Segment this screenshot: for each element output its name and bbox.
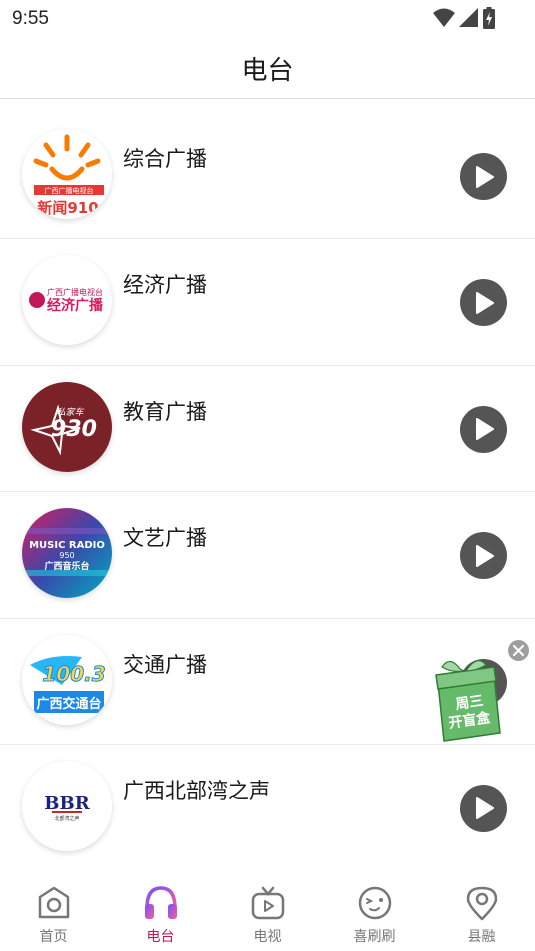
page-title: 电台 (241, 56, 294, 86)
tv-icon (249, 883, 287, 923)
nav-label: 首页 (39, 929, 68, 945)
station-item[interactable]: 私家车 930 教育广播 (0, 366, 535, 493)
battery-icon (483, 7, 495, 29)
station-item[interactable]: BBR 北部湾之声 广西北部湾之声 (0, 745, 535, 871)
play-icon (475, 165, 494, 188)
music-radio-logo: MUSIC RADIO 950 广西音乐台 (22, 508, 112, 599)
station-item[interactable]: 广西广播电视台 新闻910 综合广播 (0, 113, 535, 240)
education-930-logo: 私家车 930 (22, 381, 112, 472)
logo-sub-text: 广西广播电视台 (47, 287, 103, 297)
bbr-logo: BBR 北部湾之声 (22, 760, 112, 851)
logo-sub-text: 广西音乐台 (44, 560, 89, 572)
logo-text: MUSIC RADIO (29, 540, 105, 551)
play-icon (475, 291, 494, 314)
station-logo: 广西广播电视台 新闻910 (22, 129, 112, 219)
play-button[interactable] (460, 405, 507, 453)
station-name: 文艺广播 (123, 526, 207, 551)
logo-sub-text: 广西交通台 (36, 696, 101, 712)
face-icon (356, 883, 394, 923)
promo-gift-box[interactable]: 周三 开盲盒 (428, 655, 506, 745)
station-logo: 广西广播电视台 经济广播 (22, 255, 112, 346)
promo-close-button[interactable] (508, 640, 529, 661)
station-logo: BBR 北部湾之声 (22, 760, 112, 851)
station-name: 广西北部湾之声 (123, 778, 270, 803)
home-icon (35, 883, 73, 923)
station-item[interactable]: MUSIC RADIO 950 广西音乐台 文艺广播 (0, 492, 535, 619)
nav-item-county[interactable]: 县融 (428, 874, 535, 951)
station-item[interactable]: 广西广播电视台 经济广播 经济广播 (0, 239, 535, 366)
nav-item-radio[interactable]: 电台 (107, 874, 214, 951)
play-icon (475, 418, 494, 441)
logo-freq: 950 (59, 551, 74, 560)
location-pin-icon (463, 883, 501, 923)
gift-box-icon: 周三 开盲盒 (435, 660, 501, 742)
station-name: 经济广播 (123, 273, 207, 298)
bottom-nav: 首页 电台 电视 喜刷刷 县融 (0, 874, 535, 951)
logo-sub-text: 广西广播电视台 (45, 186, 94, 195)
logo-sub-text: 北部湾之声 (54, 815, 79, 822)
station-logo: MUSIC RADIO 950 广西音乐台 (22, 508, 112, 599)
station-logo: 100.3 广西交通台 (22, 634, 112, 725)
wifi-icon (433, 8, 455, 27)
status-time: 9:55 (12, 8, 49, 29)
nav-item-home[interactable]: 首页 (0, 874, 107, 951)
status-bar: 9:55 (0, 0, 535, 36)
logo-text: 100.3 (42, 662, 105, 686)
play-button[interactable] (460, 279, 507, 327)
station-logo: 私家车 930 (22, 381, 112, 472)
traffic-1003-logo: 100.3 广西交通台 (22, 634, 112, 725)
nav-label: 电视 (253, 929, 282, 945)
station-name: 综合广播 (123, 147, 207, 171)
play-button[interactable] (460, 784, 507, 832)
economy-radio-logo: 广西广播电视台 经济广播 (22, 255, 112, 346)
headphones-icon (142, 883, 180, 923)
play-button[interactable] (460, 532, 507, 580)
logo-text: 经济广播 (47, 297, 104, 314)
nav-label: 电台 (146, 929, 175, 945)
station-list: 广西广播电视台 新闻910 综合广播 广西广播电视台 经济广播 经济广播 私家车… (0, 113, 535, 871)
signal-icon (459, 8, 478, 27)
logo-text: 930 (51, 417, 97, 442)
close-icon (513, 645, 524, 656)
nav-item-xishuashua[interactable]: 喜刷刷 (321, 874, 428, 951)
news-910-logo: 广西广播电视台 新闻910 (22, 129, 112, 219)
logo-text: BBR (44, 793, 90, 814)
play-icon (475, 544, 494, 567)
status-icons (433, 7, 495, 29)
nav-label: 县融 (467, 929, 496, 945)
nav-label: 喜刷刷 (353, 929, 396, 945)
logo-text: 新闻910 (37, 199, 98, 217)
play-button[interactable] (460, 153, 507, 200)
station-name: 教育广播 (123, 399, 207, 424)
station-name: 交通广播 (123, 652, 207, 677)
play-icon (475, 797, 494, 820)
title-bar: 电台 (0, 36, 535, 99)
nav-item-tv[interactable]: 电视 (214, 874, 321, 951)
